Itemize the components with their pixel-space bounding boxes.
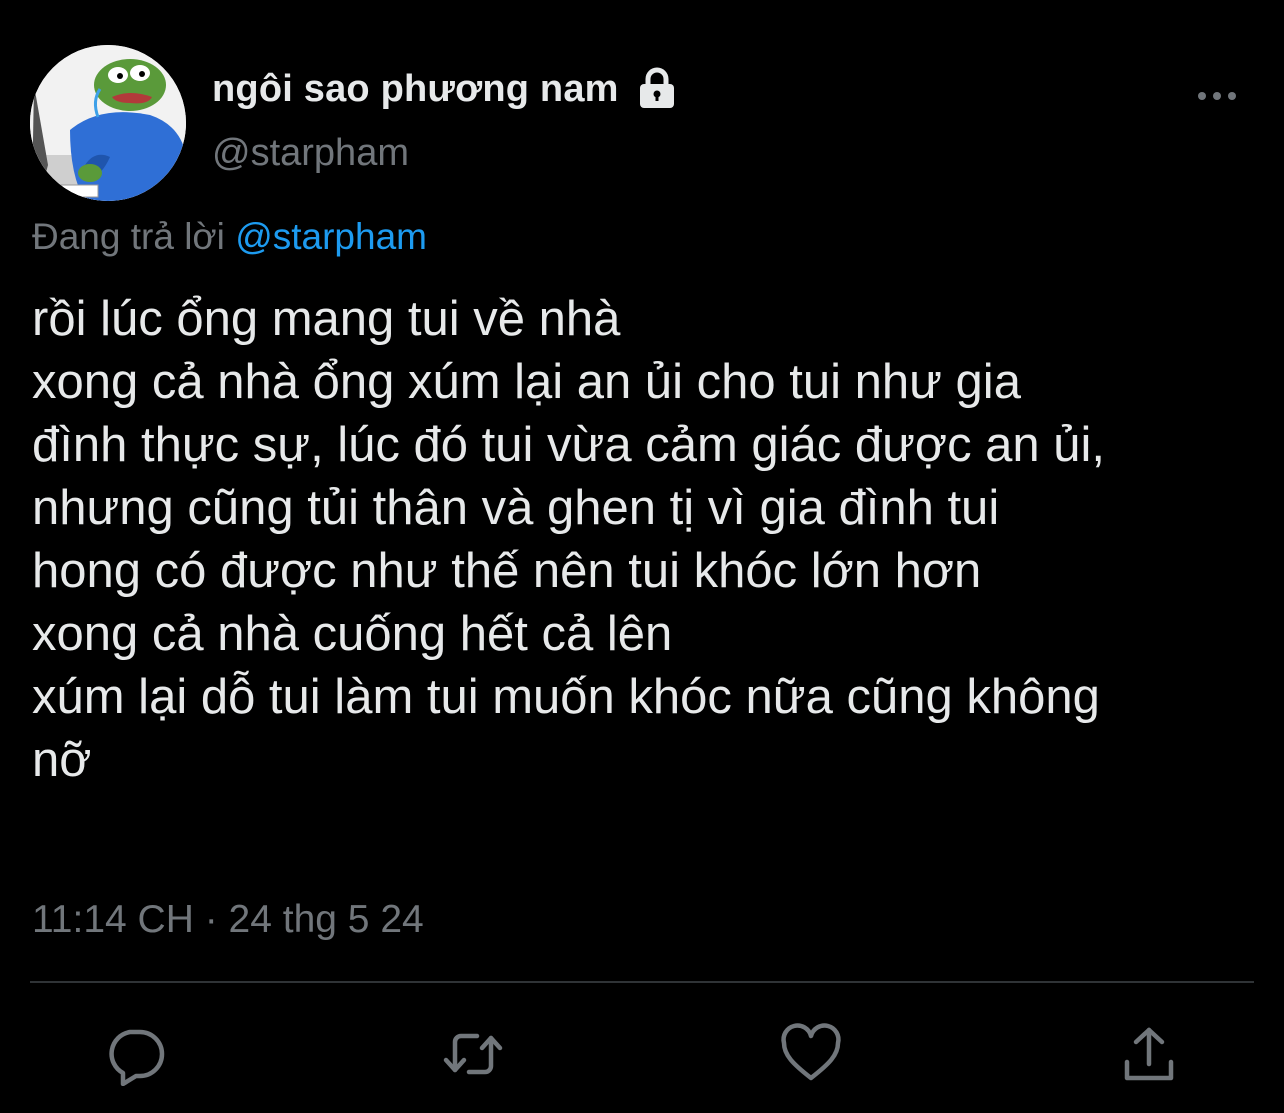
display-name[interactable]: ngôi sao phương nam (212, 68, 619, 111)
avatar[interactable] (30, 45, 186, 201)
tweet-line: hong có được như thế nên tui khóc lớn hơ… (32, 544, 982, 598)
tweet-line: đình thực sự, lúc đó tui vừa cảm giác đư… (32, 418, 1106, 472)
reply-button[interactable] (99, 1018, 171, 1090)
tweet-line: xúm lại dỗ tui làm tui muốn khóc nữa cũn… (32, 670, 1100, 724)
like-icon (781, 1023, 841, 1081)
more-options-button[interactable] (1192, 80, 1242, 112)
reply-icon (109, 1029, 165, 1086)
more-icon (1198, 92, 1236, 100)
tweet-line: rồi lúc ổng mang tui về nhà (32, 292, 621, 346)
tweet-timestamp[interactable]: 11:14 CH · 24 thg 5 24 (32, 898, 424, 942)
share-button[interactable] (1113, 1018, 1185, 1090)
share-icon (1124, 1027, 1174, 1081)
tweet-line: xong cả nhà ổng xúm lại an ủi cho tui nh… (32, 355, 1021, 409)
divider (30, 981, 1254, 983)
like-button[interactable] (775, 1018, 847, 1090)
tweet-line: nhưng cũng tủi thân và ghen tị vì gia đì… (32, 481, 1000, 535)
reply-context-handle[interactable]: @starpham (235, 216, 427, 257)
tweet-text: rồi lúc ổng mang tui về nhà xong cả nhà … (32, 288, 1282, 792)
retweet-icon (443, 1033, 503, 1075)
lock-icon (637, 67, 677, 111)
tweet-action-bar (0, 1018, 1284, 1090)
display-name-row: ngôi sao phương nam (212, 66, 677, 112)
reply-context-prefix: Đang trả lời (32, 216, 225, 257)
retweet-button[interactable] (437, 1018, 509, 1090)
tweet-line: nỡ (32, 733, 92, 787)
reply-context: Đang trả lời @starpham (32, 216, 427, 258)
tweet-line: xong cả nhà cuống hết cả lên (32, 607, 673, 661)
user-handle[interactable]: @starpham (212, 132, 409, 175)
avatar-image (30, 45, 186, 201)
